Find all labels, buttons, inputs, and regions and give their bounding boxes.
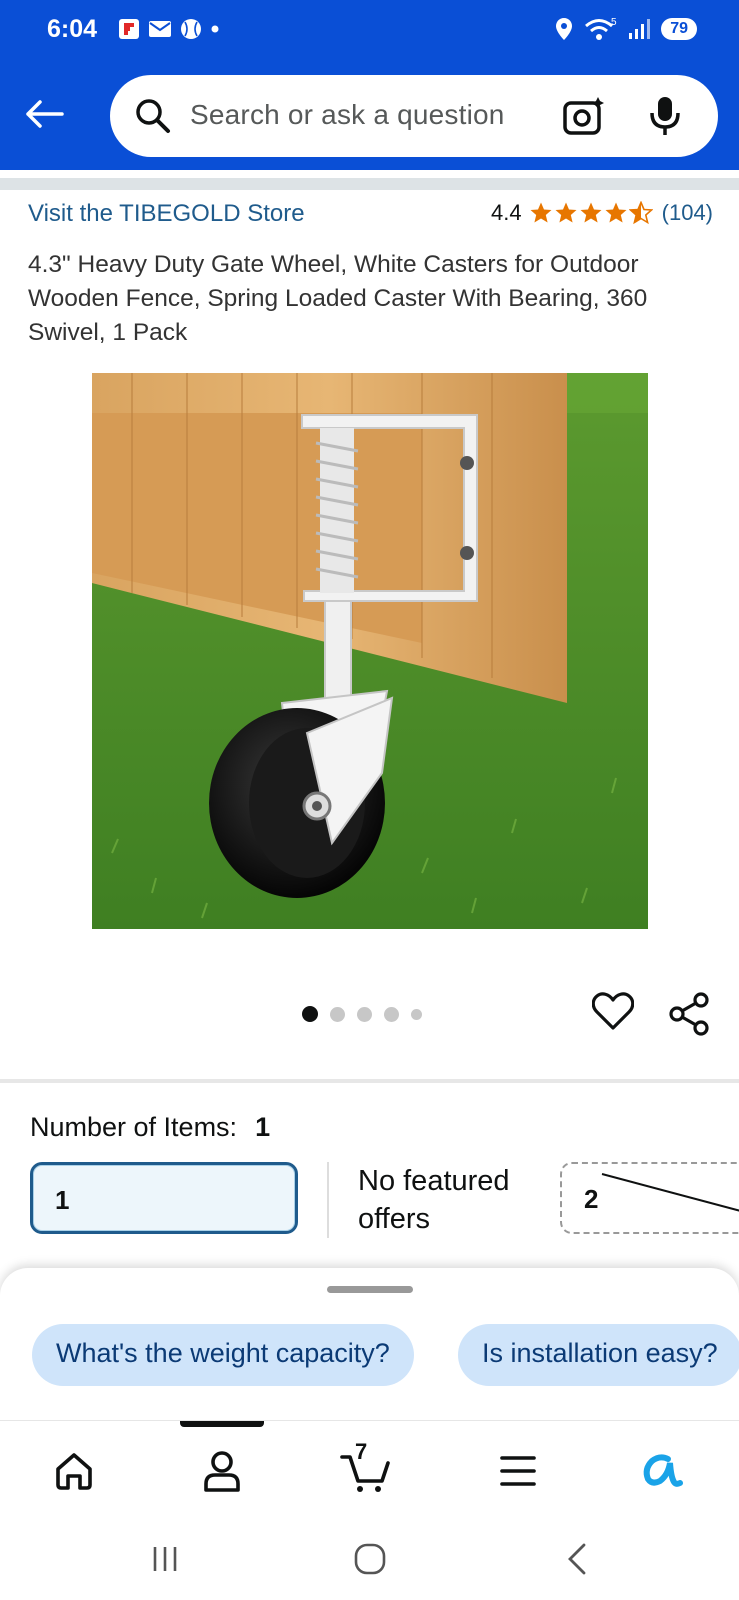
system-nav-bar (0, 1520, 739, 1600)
rating-count: (104) (661, 200, 713, 225)
rating-value: 4.4 (491, 200, 522, 225)
account-icon (204, 1451, 240, 1492)
notification-icons (118, 18, 220, 40)
carousel-dot[interactable] (384, 1006, 399, 1022)
question-chip[interactable]: Is installation easy? (458, 1324, 739, 1386)
bottom-nav: 7 (0, 1420, 739, 1520)
nav-account[interactable] (194, 1443, 250, 1499)
variation-option-unavailable[interactable]: 2 (560, 1162, 739, 1234)
flipboard-icon (119, 19, 139, 39)
system-back-button[interactable] (552, 1534, 602, 1584)
share-button[interactable] (668, 992, 710, 1041)
star-full-icon (605, 202, 627, 223)
cart-count-badge: 7 (355, 1439, 368, 1464)
rufus-suggestions-sheet: What's the weight capacity? Is installat… (0, 1268, 739, 1420)
nav-menu[interactable] (490, 1443, 546, 1499)
recent-apps-icon (153, 1547, 177, 1571)
recent-apps-button[interactable] (140, 1534, 190, 1584)
wifi-icon: 5 (585, 17, 617, 40)
product-image[interactable] (92, 373, 648, 929)
header-divider (0, 178, 739, 190)
star-half-icon (628, 201, 653, 225)
wishlist-button[interactable] (591, 992, 635, 1037)
carousel-dot[interactable] (357, 1006, 372, 1022)
home-icon (56, 1453, 92, 1490)
variation-selected-value: 1 (255, 1112, 271, 1142)
sheet-drag-handle[interactable] (327, 1286, 413, 1293)
app-header: 6:04 5 79 Search or ask a question (0, 0, 739, 170)
variation-offer-note: No featured offers (358, 1165, 510, 1235)
share-icon (669, 992, 709, 1036)
nav-cart[interactable]: 7 (338, 1439, 394, 1499)
variation-option-selected[interactable]: 1 (30, 1162, 298, 1234)
visit-store-link[interactable]: Visit the TIBEGOLD Store (28, 200, 305, 228)
image-carousel-dots[interactable] (302, 1006, 422, 1022)
signal-icon (629, 19, 651, 39)
rufus-icon (643, 1454, 683, 1487)
arrow-left-icon (26, 100, 64, 128)
variation-label-text: Number of Items: (30, 1112, 238, 1142)
nav-rufus[interactable] (634, 1443, 690, 1499)
star-full-icon (530, 202, 552, 223)
mail-icon (149, 21, 171, 37)
location-icon (556, 18, 573, 40)
question-chip[interactable]: What's the weight capacity? (32, 1324, 414, 1386)
search-bar[interactable]: Search or ask a question (110, 75, 718, 157)
search-icon[interactable] (134, 97, 172, 140)
variation-separator (327, 1162, 329, 1238)
system-back-icon (568, 1543, 586, 1575)
menu-icon (500, 1456, 536, 1486)
variation-option-label: 2 (584, 1184, 599, 1214)
carousel-dot[interactable] (330, 1006, 345, 1022)
star-full-icon (555, 202, 577, 223)
rating-summary[interactable]: 4.4 (104) (491, 200, 713, 226)
microphone-icon[interactable] (648, 95, 682, 142)
back-button[interactable] (22, 92, 66, 136)
heart-icon (591, 992, 635, 1030)
star-full-icon (580, 202, 602, 223)
star-rating (529, 201, 653, 225)
system-icons: 5 79 (555, 16, 697, 42)
carousel-dot-active[interactable] (302, 1006, 318, 1022)
gate-wheel-product-image (92, 373, 648, 929)
battery-icon: 79 (661, 18, 697, 40)
status-bar: 6:04 5 79 (0, 0, 739, 62)
section-divider (0, 1079, 739, 1083)
nav-active-indicator (180, 1421, 264, 1427)
status-time: 6:04 (47, 15, 98, 43)
system-home-icon (354, 1543, 386, 1575)
dot-icon (211, 25, 219, 33)
nav-home[interactable] (46, 1443, 102, 1499)
camera-search-icon[interactable] (562, 95, 606, 142)
product-title: 4.3" Heavy Duty Gate Wheel, White Caster… (28, 251, 648, 346)
search-input[interactable]: Search or ask a question (190, 99, 505, 131)
system-home-button[interactable] (345, 1534, 395, 1584)
carousel-dot[interactable] (411, 1008, 422, 1020)
variation-option-label: 1 (55, 1185, 70, 1215)
svg-text:5: 5 (611, 17, 617, 28)
baseball-icon (181, 19, 201, 39)
variation-label: Number of Items: 1 (30, 1112, 270, 1143)
